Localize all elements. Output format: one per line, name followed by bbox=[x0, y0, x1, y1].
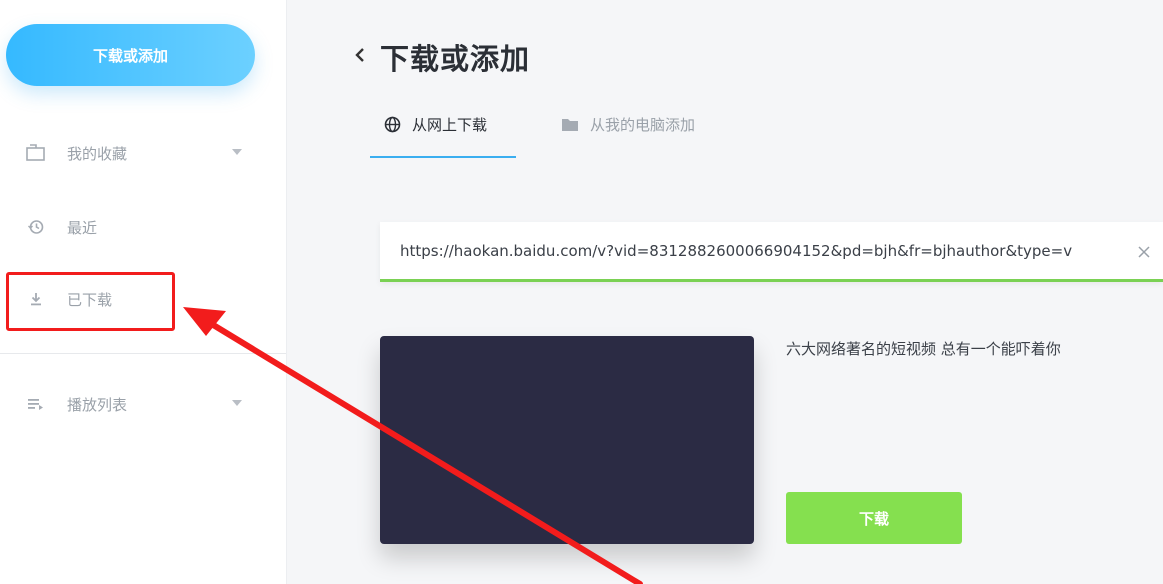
tab-add-from-computer[interactable]: 从我的电脑添加 bbox=[560, 114, 695, 158]
sidebar: 下载或添加 我的收藏 最近 已下载 播放列表 bbox=[0, 0, 287, 584]
sidebar-item-label: 播放列表 bbox=[67, 395, 128, 414]
sidebar-item-playlist[interactable]: 播放列表 bbox=[0, 382, 286, 426]
folder-icon bbox=[24, 141, 48, 165]
sidebar-item-favorites[interactable]: 我的收藏 bbox=[0, 131, 286, 175]
tab-download-from-web[interactable]: 从网上下载 bbox=[370, 114, 516, 158]
back-chevron-icon[interactable] bbox=[348, 43, 372, 67]
url-input-value[interactable]: https://haokan.baidu.com/v?vid=831288260… bbox=[400, 242, 1110, 260]
main-panel: 下载或添加 从网上下载 从我的电脑添加 https://haokan.baidu… bbox=[288, 0, 1163, 584]
download-or-add-button[interactable]: 下载或添加 bbox=[6, 24, 255, 86]
page-title: 下载或添加 bbox=[380, 42, 531, 76]
video-thumbnail[interactable] bbox=[380, 336, 754, 544]
sidebar-divider bbox=[0, 353, 286, 354]
chevron-down-icon[interactable] bbox=[232, 149, 242, 155]
history-icon bbox=[24, 215, 48, 239]
folder-icon bbox=[560, 114, 580, 134]
sidebar-item-recent[interactable]: 最近 bbox=[0, 205, 286, 249]
download-button[interactable]: 下载 bbox=[786, 492, 962, 544]
chevron-down-icon[interactable] bbox=[232, 400, 242, 406]
highlight-annotation bbox=[6, 272, 175, 331]
sidebar-item-label: 我的收藏 bbox=[67, 144, 128, 163]
url-input[interactable]: https://haokan.baidu.com/v?vid=831288260… bbox=[380, 222, 1163, 282]
globe-icon bbox=[382, 114, 402, 134]
video-title: 六大网络著名的短视频 总有一个能吓着你 bbox=[786, 340, 1061, 358]
playlist-icon bbox=[24, 392, 48, 416]
tab-label: 从网上下载 bbox=[412, 116, 488, 134]
sidebar-item-label: 最近 bbox=[67, 218, 98, 237]
tab-label: 从我的电脑添加 bbox=[590, 116, 696, 134]
close-icon[interactable] bbox=[1132, 240, 1156, 264]
